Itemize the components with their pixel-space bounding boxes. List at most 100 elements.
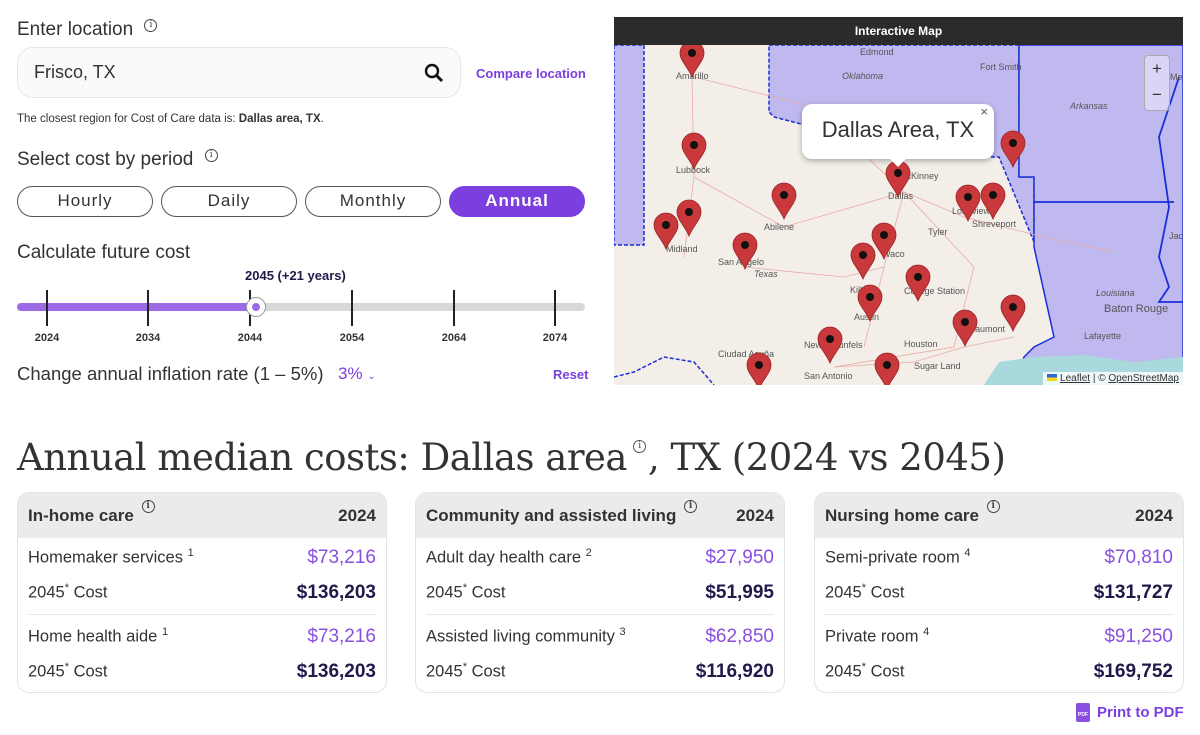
cost-2024: $70,810 xyxy=(1104,546,1173,568)
zoom-out-button[interactable]: − xyxy=(1145,83,1169,110)
zoom-in-button[interactable]: + xyxy=(1145,56,1169,83)
compare-location-link[interactable]: Compare location xyxy=(476,66,586,81)
cost-future: $131,727 xyxy=(1093,581,1173,603)
asterisk: * xyxy=(861,661,866,674)
footnote-ref: 4 xyxy=(923,626,930,639)
footnote-ref: 2 xyxy=(585,547,592,560)
info-icon[interactable]: i xyxy=(141,499,155,513)
slider-tick xyxy=(351,290,353,326)
map-marker-pin-icon[interactable] xyxy=(676,199,702,238)
map-city-label: Arkansas xyxy=(1069,101,1108,111)
future-cost-row: 2045* Cost $169,752 xyxy=(815,654,1183,689)
search-icon[interactable] xyxy=(424,63,444,83)
map-marker-pin-icon[interactable] xyxy=(850,242,876,281)
map-city-label: Houston xyxy=(904,339,938,349)
osm-link[interactable]: OpenStreetMap xyxy=(1108,373,1179,384)
cost-future: $116,920 xyxy=(695,660,774,682)
future-cost-label: Cost xyxy=(471,583,506,602)
attribution-sep: | © xyxy=(1090,373,1109,384)
map-marker-pin-icon[interactable] xyxy=(952,309,978,348)
cost-card: In-home care i 2024 Homemaker services 1 $7… xyxy=(17,492,387,693)
period-hourly-button[interactable]: Hourly xyxy=(17,186,153,217)
map-marker-pin-icon[interactable] xyxy=(817,326,843,365)
note-region: Dallas area, TX xyxy=(238,113,321,125)
map-title: Interactive Map xyxy=(614,17,1183,45)
asterisk: * xyxy=(64,661,69,674)
cost-future: $136,203 xyxy=(296,660,376,682)
cost-2024: $27,950 xyxy=(705,546,774,568)
location-search-field[interactable] xyxy=(17,47,461,98)
year-slider-handle[interactable] xyxy=(245,297,266,317)
popup-close-icon[interactable]: × xyxy=(980,86,988,138)
location-input[interactable] xyxy=(34,62,424,83)
select-period-text: Select cost by period xyxy=(17,149,194,170)
map-attribution: Leaflet | © OpenStreetMap xyxy=(1043,372,1183,385)
asterisk: * xyxy=(64,582,69,595)
inflation-rate-dropdown[interactable]: 3% ⌄ xyxy=(338,364,376,384)
map-city-label: Jackson xyxy=(1169,231,1183,241)
period-monthly-button[interactable]: Monthly xyxy=(305,186,441,217)
divider xyxy=(825,614,1173,615)
footnote-ref: 4 xyxy=(964,547,971,560)
period-annual-button[interactable]: Annual xyxy=(449,186,585,217)
divider xyxy=(28,614,376,615)
slider-tick xyxy=(46,290,48,326)
title-prefix: Annual median costs: Dallas area xyxy=(17,436,627,479)
map-marker-pin-icon[interactable] xyxy=(874,352,900,385)
ukraine-flag-icon xyxy=(1047,374,1058,381)
slider-tick xyxy=(554,290,556,326)
map-city-label: San Antonio xyxy=(804,371,853,381)
map-city-label: Shreveport xyxy=(972,219,1017,229)
reset-link[interactable]: Reset xyxy=(553,367,588,382)
tick-label: 2044 xyxy=(237,332,263,344)
map-city-label: Baton Rouge xyxy=(1104,303,1168,315)
map-marker-pin-icon[interactable] xyxy=(681,132,707,171)
future-cost-row: 2045* Cost $131,727 xyxy=(815,575,1183,610)
enter-location-text: Enter location xyxy=(17,19,134,40)
print-to-pdf-button[interactable]: PDF Print to PDF xyxy=(1076,703,1184,722)
care-type-name: Adult day health care xyxy=(426,548,582,567)
footnote-ref: 1 xyxy=(187,547,194,560)
tick-label: 2064 xyxy=(441,332,467,344)
map-marker-pin-icon[interactable] xyxy=(771,182,797,221)
map-city-label: Abilene xyxy=(764,222,794,232)
leaflet-link[interactable]: Leaflet xyxy=(1060,373,1090,384)
card-year: 2024 xyxy=(338,505,376,525)
card-header: Nursing home care i 2024 xyxy=(815,493,1183,538)
year-slider-fill xyxy=(17,303,256,311)
info-icon[interactable]: i xyxy=(204,149,218,162)
tick-label: 2024 xyxy=(34,332,60,344)
interactive-map[interactable]: Interactive Map AmarilloEdmondOklahomaFo… xyxy=(614,17,1183,385)
map-city-label: Texas xyxy=(754,269,778,279)
map-city-label: Edmond xyxy=(860,47,894,57)
info-icon[interactable]: i xyxy=(684,499,698,513)
enter-location-label: Enter location i xyxy=(17,19,158,41)
cost-2024: $73,216 xyxy=(307,546,376,568)
inflation-rate-value: 3% xyxy=(338,364,363,383)
map-city-label: Memphis xyxy=(1170,72,1183,82)
pdf-icon: PDF xyxy=(1076,703,1090,722)
map-canvas[interactable]: AmarilloEdmondOklahomaFort SmithArkansas… xyxy=(614,17,1183,385)
slider-tick xyxy=(453,290,455,326)
tick-label: 2074 xyxy=(542,332,568,344)
period-daily-button[interactable]: Daily xyxy=(161,186,297,217)
asterisk: * xyxy=(462,661,467,674)
card-title: In-home care xyxy=(28,505,134,525)
card-year: 2024 xyxy=(1135,505,1173,525)
cost-future: $169,752 xyxy=(1093,660,1173,682)
care-type-name: Homemaker services xyxy=(28,548,183,567)
map-marker-pin-icon[interactable] xyxy=(746,352,772,385)
info-icon[interactable]: i xyxy=(632,440,646,453)
info-icon[interactable]: i xyxy=(144,19,158,32)
cost-2024: $62,850 xyxy=(705,625,774,647)
info-icon[interactable]: i xyxy=(986,499,1000,513)
map-city-label: Lafayette xyxy=(1084,331,1121,341)
future-cost-label: Cost xyxy=(870,583,905,602)
map-popup: Dallas Area, TX × xyxy=(802,104,994,167)
card-year: 2024 xyxy=(736,505,774,525)
care-type-name: Semi-private room xyxy=(825,548,960,567)
year-slider-track[interactable] xyxy=(17,303,585,311)
care-type-name: Private room xyxy=(825,627,919,646)
card-header: Community and assisted living i 2024 xyxy=(416,493,784,538)
card-header: In-home care i 2024 xyxy=(18,493,386,538)
